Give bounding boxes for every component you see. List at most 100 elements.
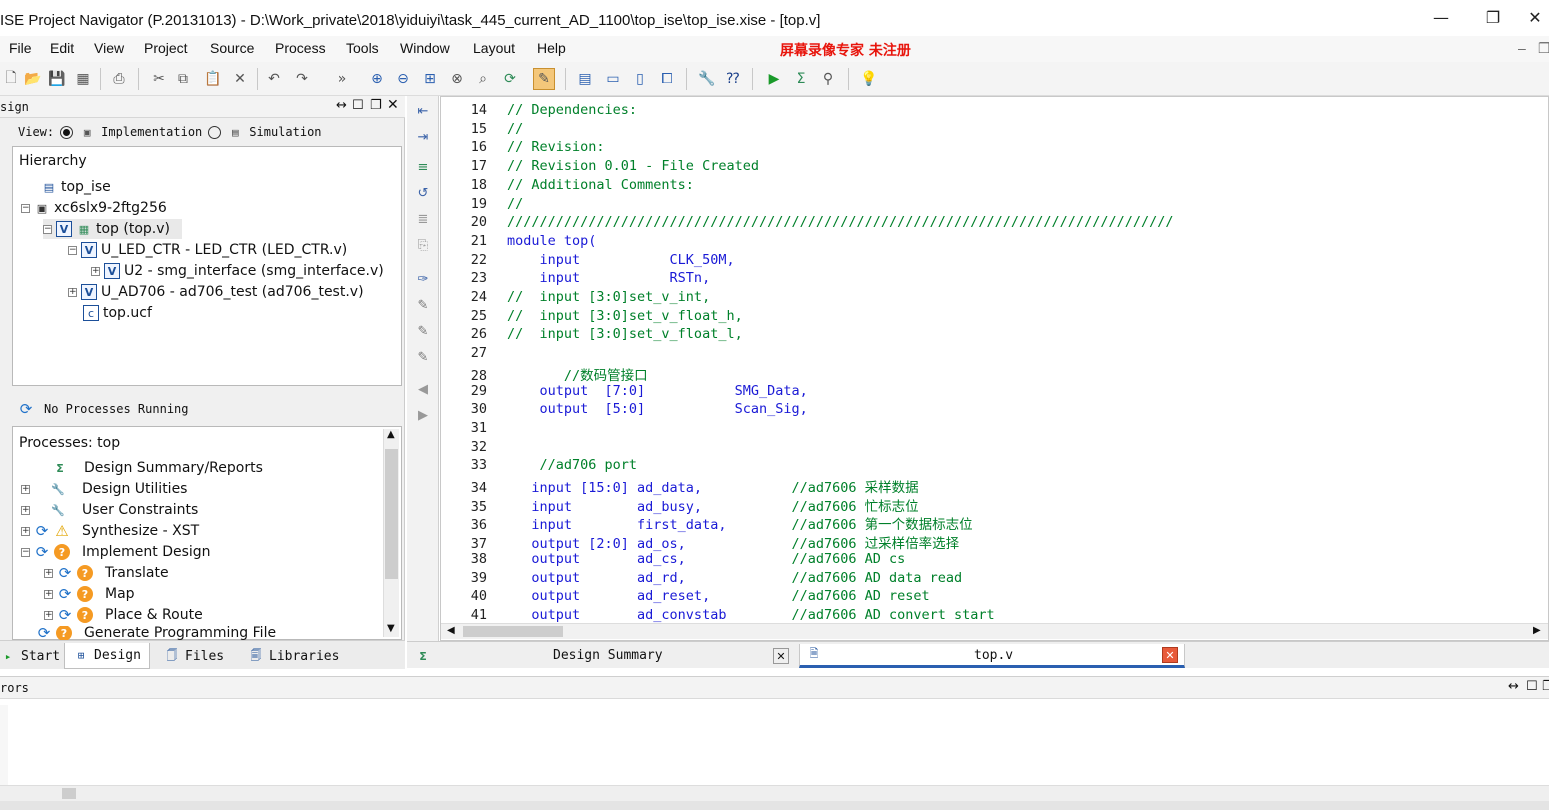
tile-horizontal-icon[interactable]: ▭ xyxy=(602,68,624,90)
undo-icon[interactable]: ↶ xyxy=(263,68,285,90)
code-line[interactable]: 22 input CLK_50M, xyxy=(441,252,735,271)
restore-pane-icon[interactable]: ❐ xyxy=(1542,679,1549,694)
errors-h-scrollbar[interactable] xyxy=(0,785,1549,801)
implementation-radio[interactable] xyxy=(60,125,74,139)
navigate-back-icon[interactable]: ◀ xyxy=(412,378,434,400)
expand-icon[interactable]: + xyxy=(44,610,53,620)
settings-tool-icon[interactable]: 🔧 xyxy=(696,68,718,90)
window-switch-icon[interactable]: ⧠ xyxy=(656,68,678,90)
mdi-minimize-icon[interactable]: – xyxy=(1518,40,1526,56)
expand-icon[interactable]: + xyxy=(21,526,30,536)
code-line[interactable]: 15 // xyxy=(441,121,524,140)
tree-item-smg-interface[interactable]: + V U2 - smg_interface (smg_interface.v) xyxy=(91,261,384,281)
menu-window[interactable]: Window xyxy=(400,40,450,56)
code-line[interactable]: 34 input [15:0] ad_data, //ad7606 采样数据 xyxy=(441,476,919,496)
expand-icon[interactable]: + xyxy=(44,568,53,578)
open-folder-icon[interactable]: 📂 xyxy=(22,68,44,90)
paste-icon[interactable]: 📋 xyxy=(202,68,224,90)
close-button[interactable]: ✕ xyxy=(1515,8,1549,30)
menu-layout[interactable]: Layout xyxy=(473,40,515,56)
tab-files[interactable]: 🗍 Files xyxy=(164,645,225,667)
expand-icon[interactable]: + xyxy=(68,287,77,297)
code-line[interactable]: 38 output ad_cs, //ad7606 AD cs xyxy=(441,551,906,570)
collapse-icon[interactable]: − xyxy=(21,203,30,213)
maximize-pane-icon[interactable]: ☐ xyxy=(352,98,364,113)
scroll-down-icon[interactable]: ▼ xyxy=(387,623,395,634)
hierarchy-tool-icon[interactable]: ✎ xyxy=(533,68,555,90)
h-scrollbar-thumb[interactable] xyxy=(62,788,76,799)
code-line[interactable]: 23 input RSTn, xyxy=(441,270,710,289)
process-synthesize[interactable]: + ⟳ ⚠ Synthesize - XST xyxy=(21,521,199,541)
save-all-icon[interactable]: ▦ xyxy=(72,68,94,90)
collapse-icon[interactable]: − xyxy=(43,224,52,234)
close-tab-icon[interactable]: ✕ xyxy=(1162,647,1178,663)
code-line[interactable]: 27 xyxy=(441,345,507,364)
scroll-up-icon[interactable]: ▲ xyxy=(387,429,395,440)
code-line[interactable]: 16 // Revision: xyxy=(441,139,605,158)
context-help-icon[interactable]: ⁇ xyxy=(722,68,744,90)
restore-pane-icon[interactable]: ❐ xyxy=(370,98,382,113)
cut-icon[interactable]: ✂ xyxy=(148,68,170,90)
bookmark-clear-icon[interactable]: ✎ xyxy=(412,346,434,368)
expand-icon[interactable]: + xyxy=(21,505,30,515)
code-line[interactable]: 35 input ad_busy, //ad7606 忙标志位 xyxy=(441,495,919,515)
menu-tools[interactable]: Tools xyxy=(346,40,379,56)
tree-item-ad706[interactable]: + V U_AD706 - ad706_test (ad706_test.v) xyxy=(68,282,364,302)
find-icon[interactable]: ⌕ xyxy=(472,68,494,90)
tree-item-top-module[interactable]: − V ▦ top (top.v) xyxy=(43,219,182,239)
collapse-icon[interactable]: − xyxy=(68,245,77,255)
float-icon[interactable]: ↔ xyxy=(1508,679,1519,694)
tree-item-top-ise[interactable]: ▤ top_ise xyxy=(23,177,111,197)
tab-design-summary[interactable]: Σ Design Summary ✕ xyxy=(409,644,795,668)
save-icon[interactable]: 💾 xyxy=(46,68,68,90)
more-toolbar-icon[interactable]: » xyxy=(331,68,353,90)
code-line[interactable]: 21 module top( xyxy=(441,233,597,252)
redo-icon[interactable]: ↷ xyxy=(291,68,313,90)
delete-icon[interactable]: ✕ xyxy=(229,68,251,90)
menu-help[interactable]: Help xyxy=(537,40,566,56)
code-line[interactable]: 40 output ad_reset, //ad7606 AD reset xyxy=(441,588,930,607)
uncomment-icon[interactable]: ↺ xyxy=(412,182,434,204)
design-summary-icon[interactable]: Σ xyxy=(790,68,812,90)
process-design-utilities[interactable]: + 🔧 Design Utilities xyxy=(21,479,187,499)
code-line[interactable]: 18 // Additional Comments: xyxy=(441,177,694,196)
code-editor[interactable]: 14 // Dependencies: 15 // 16 // Revision: 17 //… xyxy=(440,96,1549,641)
zoom-out-icon[interactable]: ⊖ xyxy=(392,68,414,90)
simulation-radio[interactable] xyxy=(208,125,222,139)
print-icon[interactable]: ⎙ xyxy=(108,68,130,90)
process-implement-design[interactable]: − ⟳ ? Implement Design xyxy=(21,542,211,562)
cascade-icon[interactable]: ▤ xyxy=(574,68,596,90)
process-map[interactable]: + ⟳ ? Map xyxy=(44,584,135,604)
code-line[interactable]: 25 // input [3:0]set_v_float_h, xyxy=(441,308,743,327)
code-line[interactable]: 31 xyxy=(441,420,507,439)
h-scrollbar-thumb[interactable] xyxy=(463,626,563,637)
code-line[interactable]: 32 xyxy=(441,439,507,458)
process-place-route[interactable]: + ⟳ ? Place & Route xyxy=(44,605,203,625)
process-user-constraints[interactable]: + 🔧 User Constraints xyxy=(21,500,198,520)
bookmark-next-icon[interactable]: ✎ xyxy=(412,294,434,316)
menu-project[interactable]: Project xyxy=(144,40,188,56)
tile-vertical-icon[interactable]: ▯ xyxy=(629,68,651,90)
navigate-forward-icon[interactable]: ▶ xyxy=(412,404,434,426)
scroll-left-icon[interactable]: ◀ xyxy=(447,625,455,636)
code-line[interactable]: 26 // input [3:0]set_v_float_l, xyxy=(441,326,743,345)
mdi-restore-icon[interactable]: ❐ xyxy=(1538,40,1549,57)
scroll-right-icon[interactable]: ▶ xyxy=(1533,625,1541,636)
probe-icon[interactable]: ⚲ xyxy=(817,68,839,90)
close-pane-icon[interactable]: ✕ xyxy=(387,97,399,113)
code-line[interactable]: 14 // Dependencies: xyxy=(441,102,637,121)
menu-file[interactable]: File xyxy=(9,40,32,56)
block-icon[interactable]: ≣ xyxy=(412,208,434,230)
code-line[interactable]: 37 output [2:0] ad_os, //ad7606 过采样倍率选择 xyxy=(441,532,959,552)
float-icon[interactable]: ↔ xyxy=(336,98,347,113)
zoom-area-icon[interactable]: ⊗ xyxy=(446,68,468,90)
expand-icon[interactable]: + xyxy=(21,484,30,494)
tab-design[interactable]: ⊞ Design xyxy=(64,643,150,669)
code-line[interactable]: 19 // xyxy=(441,196,524,215)
bookmark-toggle-icon[interactable]: ✑ xyxy=(412,268,434,290)
menu-edit[interactable]: Edit xyxy=(50,40,74,56)
code-line[interactable]: 39 output ad_rd, //ad7606 AD data read xyxy=(441,570,962,589)
tab-libraries[interactable]: 🗐 Libraries xyxy=(248,645,340,667)
menu-source[interactable]: Source xyxy=(210,40,254,56)
collapse-icon[interactable]: − xyxy=(21,547,30,557)
